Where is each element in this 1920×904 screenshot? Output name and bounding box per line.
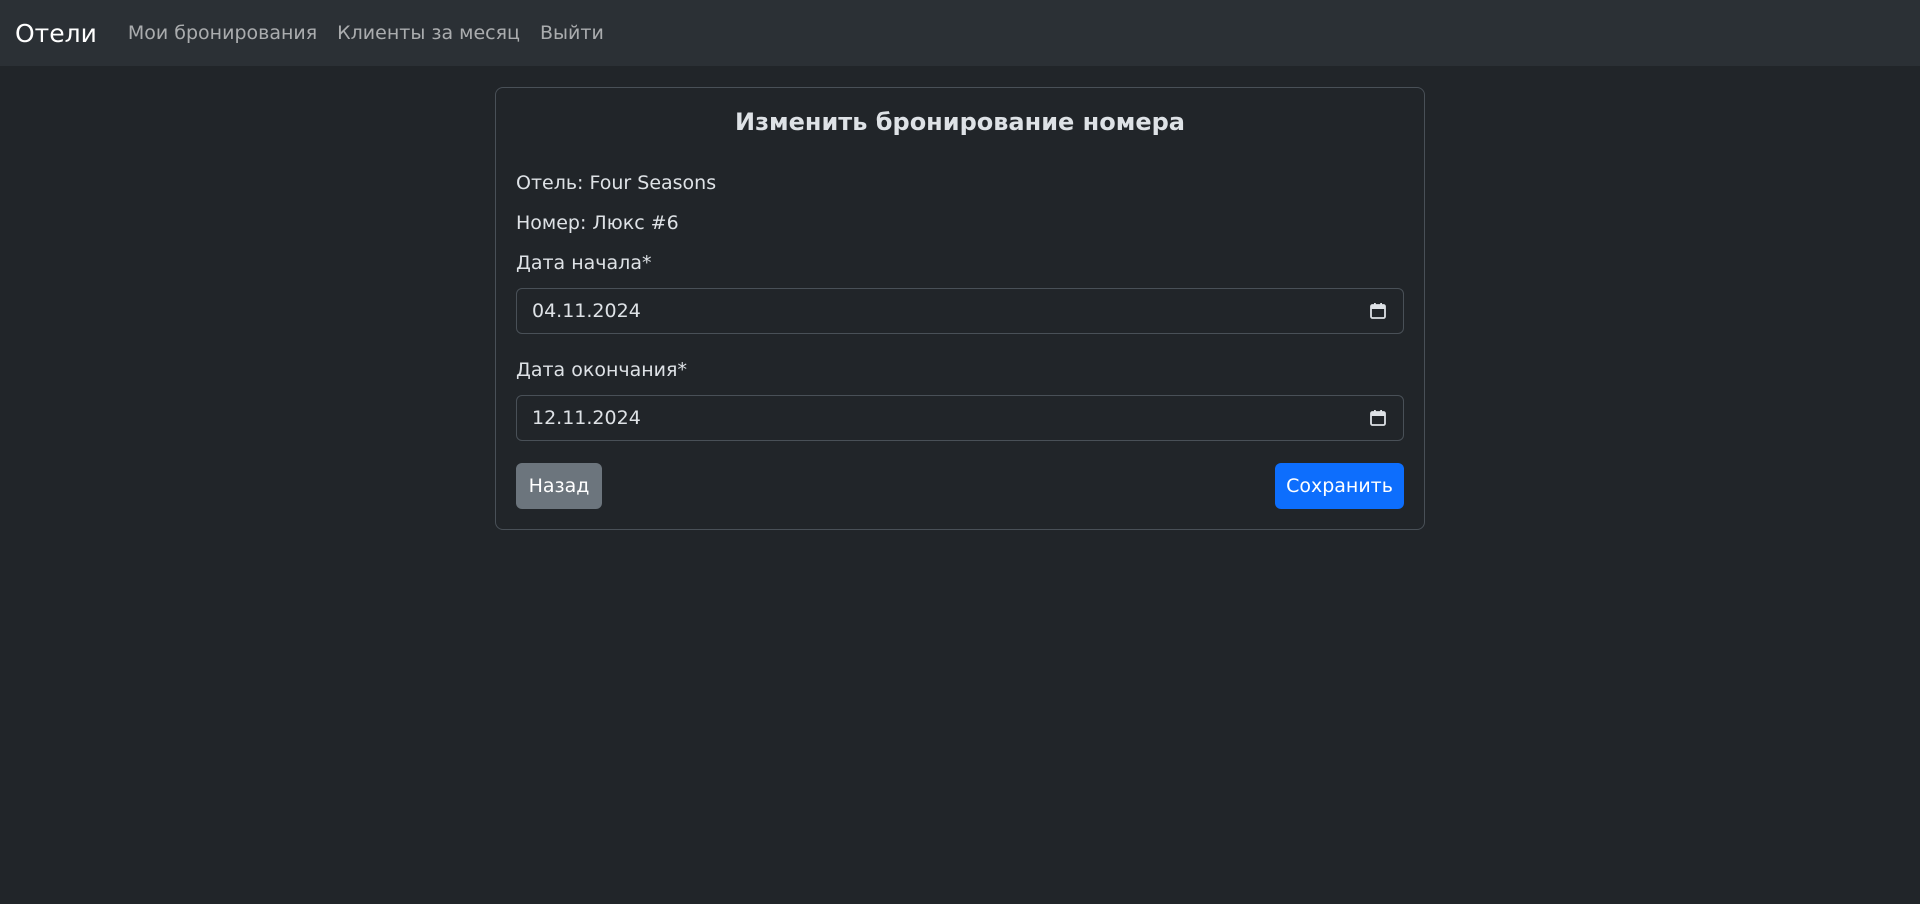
brand-link[interactable]: Отели [15,19,97,48]
end-date-label: Дата окончания* [516,359,687,381]
end-date-value: 12.11.2024 [532,407,641,429]
navbar: Отели Мои бронирования Клиенты за месяц … [0,0,1920,66]
nav-link-my-bookings[interactable]: Мои бронирования [128,22,317,44]
edit-booking-card: Изменить бронирование номера Отель: Four… [495,87,1425,530]
room-info: Номер: Люкс #6 [516,212,679,234]
back-button[interactable]: Назад [516,463,602,509]
hotel-info: Отель: Four Seasons [516,172,717,194]
calendar-icon[interactable] [1368,408,1388,428]
save-button[interactable]: Сохранить [1275,463,1404,509]
start-date-value: 04.11.2024 [532,300,641,322]
page-title: Изменить бронирование номера [734,108,1185,136]
calendar-icon[interactable] [1368,301,1388,321]
start-date-input[interactable]: 04.11.2024 [516,288,1404,334]
start-date-label: Дата начала* [516,252,652,274]
nav-link-monthly-clients[interactable]: Клиенты за месяц [337,22,520,44]
end-date-input[interactable]: 12.11.2024 [516,395,1404,441]
nav-link-logout[interactable]: Выйти [540,22,604,44]
